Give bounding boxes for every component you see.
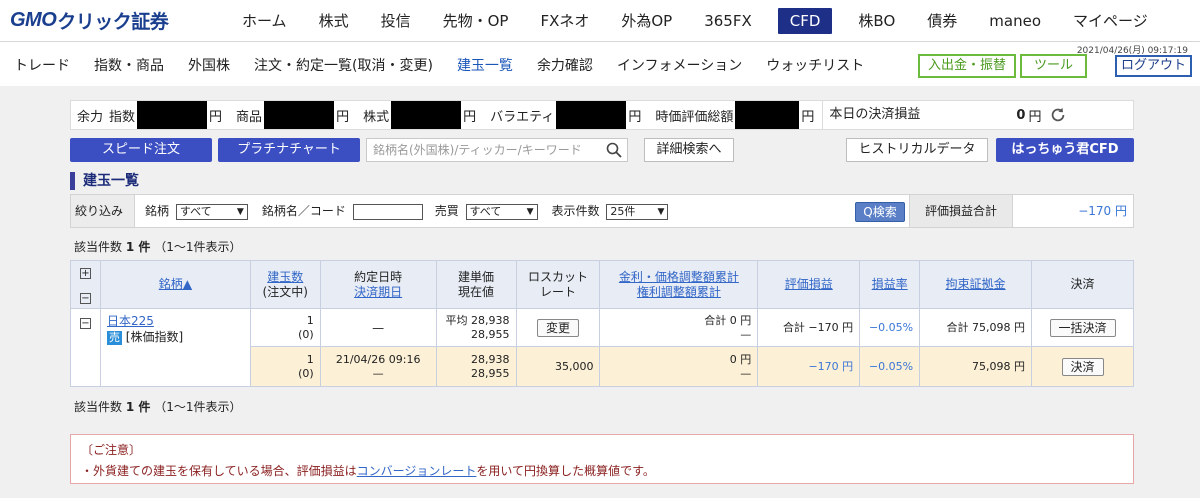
filter-label: 絞り込み <box>71 195 135 227</box>
balance-variety-label: バラエティ <box>490 109 555 125</box>
chevron-down-icon: ▼ <box>236 206 244 217</box>
col-settle: 決済 <box>1031 260 1134 309</box>
nav-stock[interactable]: 株式 <box>313 8 355 34</box>
notice-box: 〔ご注意〕 ・外貨建ての建玉を保有している場合、評価損益はコンバージョンレートを… <box>70 434 1134 484</box>
balance-prefix: 余力 <box>77 109 104 125</box>
nav-365fx[interactable]: 365FX <box>698 8 758 34</box>
chevron-down-icon: ▼ <box>526 206 534 217</box>
search-icon[interactable] <box>606 142 622 158</box>
nav-cfd[interactable]: CFD <box>777 8 833 34</box>
tool-button[interactable]: ツール <box>1020 54 1088 78</box>
redacted-value <box>735 101 800 129</box>
eval-total-label: 評価損益合計 <box>909 195 1013 227</box>
nav-bond[interactable]: 債券 <box>921 8 963 34</box>
balance-stock-label: 株式 <box>363 109 390 125</box>
brand-logo[interactable]: GMO クリック証券 <box>10 8 169 33</box>
col-eval[interactable]: 評価損益 <box>757 260 861 309</box>
balance-market-value-label: 時価評価総額 <box>655 109 734 125</box>
balance-index-label: 指数 <box>109 109 136 125</box>
chevron-down-icon: ▼ <box>657 206 665 217</box>
collapse-all-icon[interactable]: − <box>79 292 91 304</box>
content-area: 余力 指数 円 商品 円 株式 円 バラエティ 円 時価評価総額 円 本日の決済… <box>0 86 1200 498</box>
col-losscut: ロスカット レート <box>515 260 601 309</box>
speed-order-button[interactable]: スピード注文 <box>70 138 212 162</box>
page-title: 建玉一覧 <box>70 172 139 190</box>
change-losscut-button[interactable]: 変更 <box>536 318 579 337</box>
expand-all-icon[interactable]: + <box>79 267 91 279</box>
logout-button[interactable]: ログアウト <box>1114 55 1192 77</box>
nav-maneo[interactable]: maneo <box>983 8 1047 34</box>
col-symbol[interactable]: 銘柄▲ <box>99 260 251 309</box>
display-count-select[interactable]: 25件 ▼ <box>606 203 669 220</box>
subnav-information[interactable]: インフォメーション <box>617 55 742 75</box>
subnav-orders[interactable]: 注文・約定一覧(取消・変更) <box>254 55 433 75</box>
subnav-margin[interactable]: 余力確認 <box>537 55 593 75</box>
filter-bar: 絞り込み 銘柄 すべて ▼ 銘柄名／コード 売買 すべて ▼ 表示件数 25件 ▼ Q… <box>70 194 1134 228</box>
symbol-code-input[interactable] <box>352 203 423 220</box>
symbol-link[interactable]: 日本225 <box>107 314 154 328</box>
deposit-transfer-button[interactable]: 入出金・振替 <box>918 54 1017 78</box>
redacted-value <box>556 101 627 129</box>
platinum-chart-button[interactable]: プラチナチャート <box>218 138 360 162</box>
nav-items: ホーム 株式 投信 先物・OP FXネオ 外為OP 365FX CFD 株BO … <box>236 0 1154 42</box>
nav-fxneo[interactable]: FXネオ <box>534 8 595 34</box>
col-price: 建単価 現在値 <box>435 260 517 309</box>
table-row: − 日本225 売 [株価指数] 1 (0) — 平均 28,938 28,955 … <box>70 308 1134 387</box>
col-rate[interactable]: 損益率 <box>859 260 921 309</box>
subnav-foreign-stock[interactable]: 外国株 <box>188 55 230 75</box>
nav-stockbo[interactable]: 株BO <box>852 8 901 34</box>
redacted-value <box>264 101 335 129</box>
collapse-row-icon[interactable]: − <box>79 318 91 329</box>
col-margin[interactable]: 拘束証拠金 <box>919 260 1033 309</box>
subnav-watchlist[interactable]: ウォッチリスト <box>766 55 864 75</box>
historical-data-button[interactable]: ヒストリカルデータ <box>846 138 988 162</box>
detail-search-button[interactable]: 詳細検索へ <box>644 138 734 162</box>
nav-fxop[interactable]: 外為OP <box>615 8 678 34</box>
col-quantity[interactable]: 建玉数 (注文中) <box>249 260 321 309</box>
result-count-top: 該当件数 1 件 （1〜1件表示） <box>74 240 242 254</box>
expand-collapse-header: + − <box>70 260 101 309</box>
top-nav: GMO クリック証券 ホーム 株式 投信 先物・OP FXネオ 外為OP 365F… <box>0 0 1200 42</box>
col-interest[interactable]: 金利・価格調整額累計 権利調整額累計 <box>599 260 759 309</box>
today-pl-value: 0 <box>1016 107 1026 123</box>
eval-total-value: −170 円 <box>1078 204 1127 218</box>
bulk-settle-button[interactable]: 一括決済 <box>1049 318 1116 337</box>
side-select[interactable]: すべて ▼ <box>465 203 538 220</box>
search-icon: Q <box>863 205 873 219</box>
redacted-value <box>137 101 208 129</box>
nav-fund[interactable]: 投信 <box>375 8 417 34</box>
refresh-icon[interactable] <box>1049 106 1067 124</box>
subnav-positions[interactable]: 建玉一覧 <box>457 55 513 75</box>
result-count-bottom: 該当件数 1 件 （1〜1件表示） <box>74 400 242 414</box>
positions-table: + − 銘柄▲ 建玉数 (注文中) 約定日時 決済期日 建単価 現在値 ロスカット レー… <box>70 260 1134 387</box>
subnav-trade[interactable]: トレード <box>14 55 70 75</box>
notice-text: ・外貨建ての建玉を保有している場合、評価損益はコンバージョンレートを用いて円換算… <box>81 464 655 478</box>
sell-badge: 売 <box>106 331 122 345</box>
balance-bar: 余力 指数 円 商品 円 株式 円 バラエティ 円 時価評価総額 円 本日の決済… <box>70 100 1134 130</box>
nav-home[interactable]: ホーム <box>236 8 293 34</box>
nav-futures[interactable]: 先物・OP <box>437 8 515 34</box>
hacchu-cfd-button[interactable]: はっちゅう君CFD <box>996 138 1134 162</box>
settle-button[interactable]: 決済 <box>1061 357 1104 376</box>
conversion-rate-link[interactable]: コンバージョンレート <box>357 464 477 478</box>
balance-commodity-label: 商品 <box>236 109 263 125</box>
symbol-search-input[interactable]: 銘柄名(外国株)/ティッカー/キーワード <box>366 138 628 162</box>
brand-select[interactable]: すべて ▼ <box>175 203 248 220</box>
col-exec-date[interactable]: 約定日時 決済期日 <box>319 260 437 309</box>
today-pl-label: 本日の決済損益 <box>822 101 920 129</box>
redacted-value <box>391 101 462 129</box>
notice-title: 〔ご注意〕 <box>81 443 142 457</box>
filter-search-button[interactable]: Q検索 <box>855 202 905 222</box>
nav-mypage[interactable]: マイページ <box>1067 8 1154 34</box>
subnav-index-commodity[interactable]: 指数・商品 <box>94 55 164 75</box>
